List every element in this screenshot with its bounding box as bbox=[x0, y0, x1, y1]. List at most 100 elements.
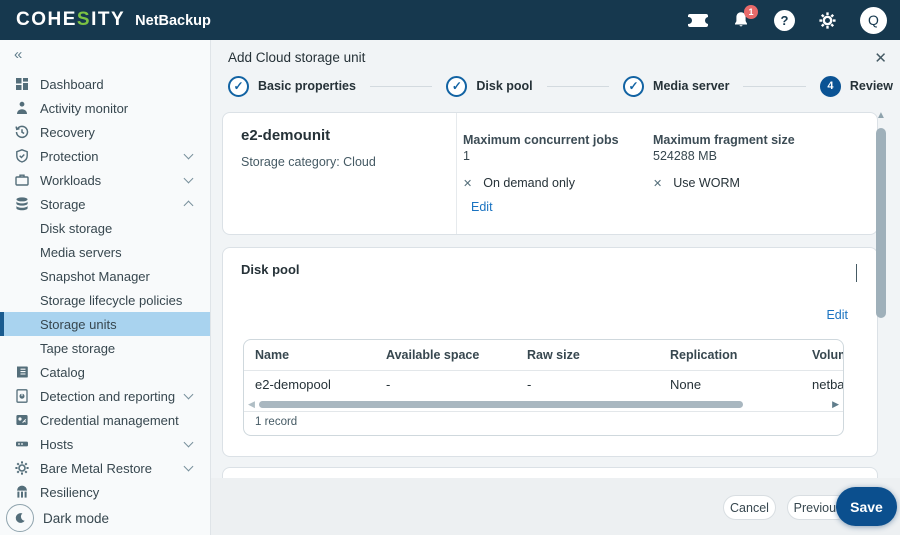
moon-icon bbox=[6, 504, 34, 532]
unit-name: e2-demounit bbox=[241, 127, 330, 144]
book-icon bbox=[14, 364, 30, 380]
product-name: NetBackup bbox=[135, 11, 211, 29]
divider bbox=[456, 113, 457, 234]
dark-mode-toggle[interactable]: Dark mode bbox=[6, 504, 109, 532]
field-max-fragment-size: Maximum fragment size 524288 MB bbox=[653, 133, 795, 163]
step-disk-pool[interactable]: ✓ Disk pool bbox=[446, 76, 532, 97]
cancel-button[interactable]: Cancel bbox=[723, 495, 776, 520]
field-max-concurrent-jobs: Maximum concurrent jobs 1 bbox=[463, 133, 619, 163]
scroll-left-icon[interactable]: ◀ bbox=[248, 399, 255, 410]
save-button[interactable]: Save bbox=[836, 487, 897, 526]
database-icon bbox=[14, 196, 30, 212]
step-review[interactable]: 4 Review bbox=[820, 76, 893, 97]
notification-badge: 1 bbox=[744, 5, 758, 19]
x-mark-icon: ✕ bbox=[653, 177, 662, 190]
dialog-title: Add Cloud storage unit bbox=[228, 50, 365, 65]
sidebar: « Dashboard Activity monitor Recovery Pr… bbox=[0, 40, 211, 542]
report-document-icon bbox=[14, 388, 30, 404]
settings-gear-icon[interactable] bbox=[818, 11, 837, 30]
sidebar-item-credential-management[interactable]: Credential management bbox=[0, 408, 210, 432]
user-avatar[interactable]: Q bbox=[860, 7, 887, 34]
sidebar-item-activity-monitor[interactable]: Activity monitor bbox=[0, 96, 210, 120]
sidebar-item-storage-units[interactable]: Storage units bbox=[0, 312, 210, 336]
disk-pool-edit-link[interactable]: Edit bbox=[826, 308, 848, 322]
topbar: COHESITY NetBackup 1 ? Q bbox=[0, 0, 900, 40]
gear-icon bbox=[14, 460, 30, 476]
sidebar-item-storage-lifecycle-policies[interactable]: Storage lifecycle policies bbox=[0, 288, 210, 312]
dashboard-icon bbox=[14, 76, 30, 92]
credential-card-icon bbox=[14, 412, 30, 428]
sidebar-item-disk-storage[interactable]: Disk storage bbox=[0, 216, 210, 240]
unit-category: Storage category: Cloud bbox=[241, 155, 376, 169]
sidebar-item-storage[interactable]: Storage bbox=[0, 192, 210, 216]
step-connector bbox=[743, 86, 805, 87]
column-header-available-space: Available space bbox=[386, 340, 479, 371]
cell-name: e2-demopool bbox=[255, 372, 331, 398]
question-icon: ? bbox=[781, 13, 789, 28]
add-cloud-storage-unit-dialog: Add Cloud storage unit ✕ ✓ Basic propert… bbox=[211, 40, 900, 542]
step-check-icon: ✓ bbox=[228, 76, 249, 97]
x-mark-icon: ✕ bbox=[463, 177, 472, 190]
sidebar-item-media-servers[interactable]: Media servers bbox=[0, 240, 210, 264]
sidebar-item-workloads[interactable]: Workloads bbox=[0, 168, 210, 192]
collapse-section-button[interactable] bbox=[856, 264, 857, 282]
sidebar-item-tape-storage[interactable]: Tape storage bbox=[0, 336, 210, 360]
window-bottom-strip bbox=[0, 535, 900, 542]
step-check-icon: ✓ bbox=[446, 76, 467, 97]
step-number-badge: 4 bbox=[820, 76, 841, 97]
chevron-down-icon bbox=[184, 150, 194, 160]
cell-raw-size: - bbox=[527, 372, 531, 398]
disk-pool-table: Name Available space Raw size Replicatio… bbox=[243, 339, 844, 436]
horizontal-scrollbar-thumb[interactable] bbox=[259, 401, 743, 408]
vertical-scrollbar: ▲ ▼ bbox=[875, 110, 887, 516]
column-header-volumes: Volumes bbox=[812, 340, 844, 371]
license-ticket-icon[interactable] bbox=[688, 14, 708, 27]
sidebar-item-hosts[interactable]: Hosts bbox=[0, 432, 210, 456]
vertical-scrollbar-thumb[interactable] bbox=[876, 128, 886, 318]
chevron-down-icon bbox=[184, 462, 194, 472]
resiliency-icon bbox=[14, 484, 30, 500]
chevron-down-icon bbox=[184, 390, 194, 400]
server-icon bbox=[14, 436, 30, 452]
step-connector bbox=[370, 86, 432, 87]
sidebar-item-detection-and-reporting[interactable]: Detection and reporting bbox=[0, 384, 210, 408]
table-row[interactable]: e2-demopool - - None netbackup bbox=[244, 372, 843, 398]
sidebar-item-protection[interactable]: Protection bbox=[0, 144, 210, 168]
notifications-button[interactable]: 1 bbox=[731, 10, 751, 30]
cell-available-space: - bbox=[386, 372, 390, 398]
scroll-up-icon[interactable]: ▲ bbox=[876, 110, 886, 121]
close-icon[interactable]: ✕ bbox=[874, 49, 887, 67]
unit-edit-link[interactable]: Edit bbox=[471, 200, 493, 214]
activity-monitor-icon bbox=[14, 100, 30, 116]
column-header-name: Name bbox=[255, 340, 289, 371]
wizard-stepper: ✓ Basic properties ✓ Disk pool ✓ Media s… bbox=[228, 75, 893, 97]
recovery-history-icon bbox=[14, 124, 30, 140]
horizontal-scrollbar: ◀ ▶ bbox=[244, 399, 843, 410]
scroll-right-icon[interactable]: ▶ bbox=[832, 399, 839, 410]
chevron-down-icon bbox=[184, 174, 194, 184]
sidebar-item-snapshot-manager[interactable]: Snapshot Manager bbox=[0, 264, 210, 288]
chevron-up-icon bbox=[184, 201, 194, 211]
sidebar-item-resiliency[interactable]: Resiliency bbox=[0, 480, 210, 504]
cell-volumes: netbackup bbox=[812, 372, 844, 398]
sidebar-item-catalog[interactable]: Catalog bbox=[0, 360, 210, 384]
help-button[interactable]: ? bbox=[774, 10, 795, 31]
shield-icon bbox=[14, 148, 30, 164]
step-check-icon: ✓ bbox=[623, 76, 644, 97]
sidebar-collapse-button[interactable]: « bbox=[14, 46, 22, 63]
sidebar-item-bare-metal-restore[interactable]: Bare Metal Restore bbox=[0, 456, 210, 480]
column-header-raw-size: Raw size bbox=[527, 340, 580, 371]
step-basic-properties[interactable]: ✓ Basic properties bbox=[228, 76, 356, 97]
cell-replication: None bbox=[670, 372, 701, 398]
storage-unit-summary-card: e2-demounit Storage category: Cloud Maxi… bbox=[222, 112, 878, 235]
chevron-up-icon bbox=[856, 264, 857, 282]
step-media-server[interactable]: ✓ Media server bbox=[623, 76, 729, 97]
sidebar-item-dashboard[interactable]: Dashboard bbox=[0, 72, 210, 96]
flag-on-demand-only: ✕ On demand only bbox=[463, 176, 575, 190]
flag-use-worm: ✕ Use WORM bbox=[653, 176, 740, 190]
briefcase-icon bbox=[14, 172, 30, 188]
record-count: 1 record bbox=[255, 416, 297, 428]
sidebar-item-recovery[interactable]: Recovery bbox=[0, 120, 210, 144]
disk-pool-title: Disk pool bbox=[241, 262, 300, 277]
divider bbox=[244, 411, 843, 412]
